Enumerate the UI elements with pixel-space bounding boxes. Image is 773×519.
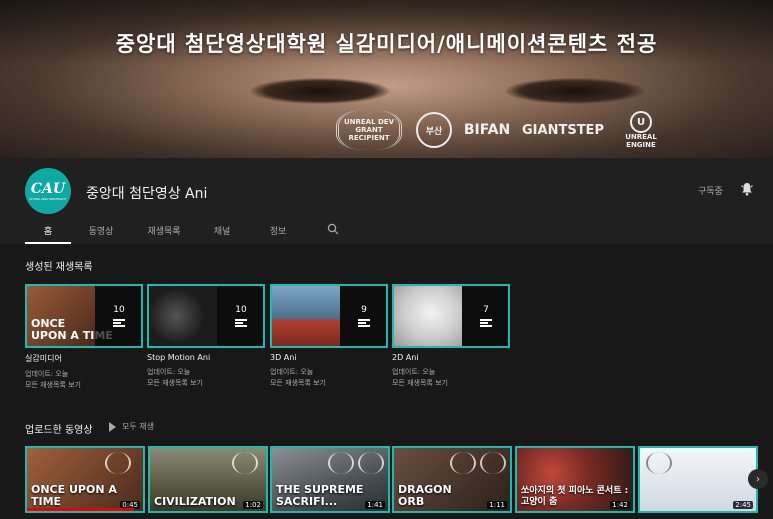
uploads-section-title: 업로드한 동영상 bbox=[25, 425, 93, 436]
video-card[interactable]: CIVILIZATION 1:02 bbox=[148, 446, 268, 513]
playlist-count-panel: 10 bbox=[217, 286, 263, 346]
avatar-text: CAU bbox=[30, 180, 66, 197]
playlist-count: 10 bbox=[113, 305, 125, 315]
playlist-title[interactable]: Stop Motion Ani bbox=[147, 353, 265, 362]
video-card[interactable]: 쏘아지의 첫 피아노 콘서트 : 고양이 춤 1:42 bbox=[515, 446, 635, 513]
award-laurel-icon bbox=[646, 452, 672, 474]
watch-progress-bar bbox=[27, 508, 134, 511]
playlist-image bbox=[272, 286, 340, 346]
playlist-card[interactable]: 7 2D Ani 업데이트: 오늘 모든 재생목록 보기 bbox=[392, 284, 510, 389]
tab-about[interactable]: 정보 bbox=[247, 222, 309, 244]
video-duration: 1:41 bbox=[365, 501, 385, 509]
playlist-image bbox=[149, 286, 217, 346]
playlist-icon bbox=[235, 319, 247, 327]
playlist-thumbnail[interactable]: ONCE UPON A TIME 10 bbox=[25, 284, 143, 348]
playlist-thumbnail[interactable]: 10 bbox=[147, 284, 265, 348]
playlist-title[interactable]: 3D Ani bbox=[270, 353, 388, 362]
unreal-engine-logo: U UNREAL ENGINE bbox=[618, 110, 664, 150]
playlist-card[interactable]: 10 Stop Motion Ani 업데이트: 오늘 모든 재생목록 보기 bbox=[147, 284, 265, 389]
video-card[interactable]: THE SUPREME SACRIFI... 1:41 bbox=[270, 446, 390, 513]
award-laurel-icon bbox=[480, 452, 506, 474]
play-all-button[interactable]: 모두 재생 bbox=[109, 421, 154, 432]
unreal-dev-grant-logo: UNREAL DEV GRANT RECIPIENT bbox=[336, 110, 402, 150]
subscribed-button[interactable]: 구독중 bbox=[698, 184, 723, 197]
play-all-label: 모두 재생 bbox=[122, 422, 154, 431]
playlist-updated: 업데이트: 오늘 bbox=[392, 368, 436, 376]
banner-title: 중앙대 첨단영상대학원 실감미디어/애니메이션콘텐츠 전공 bbox=[115, 32, 658, 56]
playlist-count-panel: 9 bbox=[340, 286, 386, 346]
playlist-view-all-link[interactable]: 모든 재생목록 보기 bbox=[392, 378, 510, 389]
playlist-count: 9 bbox=[361, 305, 367, 315]
playlists-section-title: 생성된 재생목록 bbox=[25, 262, 93, 273]
video-duration: 2:45 bbox=[733, 501, 753, 509]
notification-bell-icon[interactable] bbox=[740, 182, 754, 196]
playlist-view-all-link[interactable]: 모든 재생목록 보기 bbox=[270, 378, 388, 389]
festival-seal-logo: 부산 bbox=[416, 112, 452, 148]
next-arrow-button[interactable]: › bbox=[748, 469, 768, 489]
video-duration: 1:11 bbox=[487, 501, 507, 509]
playlist-count: 10 bbox=[235, 305, 247, 315]
playlist-title[interactable]: 실감미디어 bbox=[25, 353, 143, 364]
unreal-engine-text: UNREAL ENGINE bbox=[625, 133, 657, 149]
video-duration: 1:42 bbox=[610, 501, 630, 509]
playlist-updated: 업데이트: 오늘 bbox=[25, 370, 69, 378]
playlist-image bbox=[394, 286, 462, 346]
channel-search-icon[interactable] bbox=[327, 223, 339, 235]
playlist-thumbnail[interactable]: 7 bbox=[392, 284, 510, 348]
playlist-count-panel: 10 bbox=[95, 286, 141, 346]
playlist-icon bbox=[113, 319, 125, 327]
award-laurel-icon bbox=[328, 452, 354, 474]
video-card[interactable]: DRAGON ORB 1:11 bbox=[392, 446, 512, 513]
video-thumbnail-title: CIVILIZATION bbox=[154, 495, 236, 508]
bifan-logo: BIFAN bbox=[463, 122, 511, 138]
playlist-icon bbox=[480, 319, 492, 327]
playlist-icon bbox=[358, 319, 370, 327]
avatar-subtext: CHUNG-ANG UNIVERSITY bbox=[29, 196, 67, 201]
tab-videos[interactable]: 동영상 bbox=[71, 222, 131, 244]
playlist-count-panel: 7 bbox=[462, 286, 508, 346]
channel-name: 중앙대 첨단영상 Ani bbox=[86, 186, 208, 202]
playlist-updated: 업데이트: 오늘 bbox=[270, 368, 314, 376]
video-duration: 1:02 bbox=[243, 501, 263, 509]
award-laurel-icon bbox=[105, 452, 131, 474]
banner-logos: UNREAL DEV GRANT RECIPIENT 부산 BIFAN GIAN… bbox=[336, 110, 664, 150]
award-laurel-icon bbox=[450, 452, 476, 474]
video-card[interactable]: 2:45 bbox=[638, 446, 758, 513]
playlist-thumbnail[interactable]: 9 bbox=[270, 284, 388, 348]
play-icon bbox=[109, 421, 116, 432]
playlist-card[interactable]: ONCE UPON A TIME 10 실감미디어 업데이트: 오늘 모든 재생… bbox=[25, 284, 143, 391]
giantstep-logo: GIANTSTEP bbox=[522, 122, 604, 138]
video-thumbnail-title: ONCE UPON A TIME bbox=[31, 483, 117, 508]
award-laurel-icon bbox=[232, 452, 258, 474]
chevron-right-icon: › bbox=[756, 473, 760, 485]
tab-channels[interactable]: 채널 bbox=[197, 222, 247, 244]
playlist-updated: 업데이트: 오늘 bbox=[147, 368, 191, 376]
playlist-title[interactable]: 2D Ani bbox=[392, 353, 510, 362]
playlist-card[interactable]: 9 3D Ani 업데이트: 오늘 모든 재생목록 보기 bbox=[270, 284, 388, 389]
playlist-view-all-link[interactable]: 모든 재생목록 보기 bbox=[25, 380, 143, 391]
channel-banner: 중앙대 첨단영상대학원 실감미디어/애니메이션콘텐츠 전공 UNREAL DEV… bbox=[0, 0, 773, 158]
unreal-engine-mark-icon: U bbox=[630, 111, 652, 133]
video-card[interactable]: ONCE UPON A TIME 0:45 bbox=[25, 446, 145, 513]
tab-home[interactable]: 홈 bbox=[25, 222, 71, 244]
tab-playlists[interactable]: 재생목록 bbox=[131, 222, 197, 244]
award-laurel-icon bbox=[358, 452, 384, 474]
channel-avatar[interactable]: CAU CHUNG-ANG UNIVERSITY bbox=[25, 168, 71, 214]
playlist-view-all-link[interactable]: 모든 재생목록 보기 bbox=[147, 378, 265, 389]
playlist-count: 7 bbox=[483, 305, 489, 315]
channel-tabs: 홈 동영상 재생목록 채널 정보 bbox=[25, 222, 309, 244]
video-thumbnail-title: DRAGON ORB bbox=[398, 483, 452, 508]
